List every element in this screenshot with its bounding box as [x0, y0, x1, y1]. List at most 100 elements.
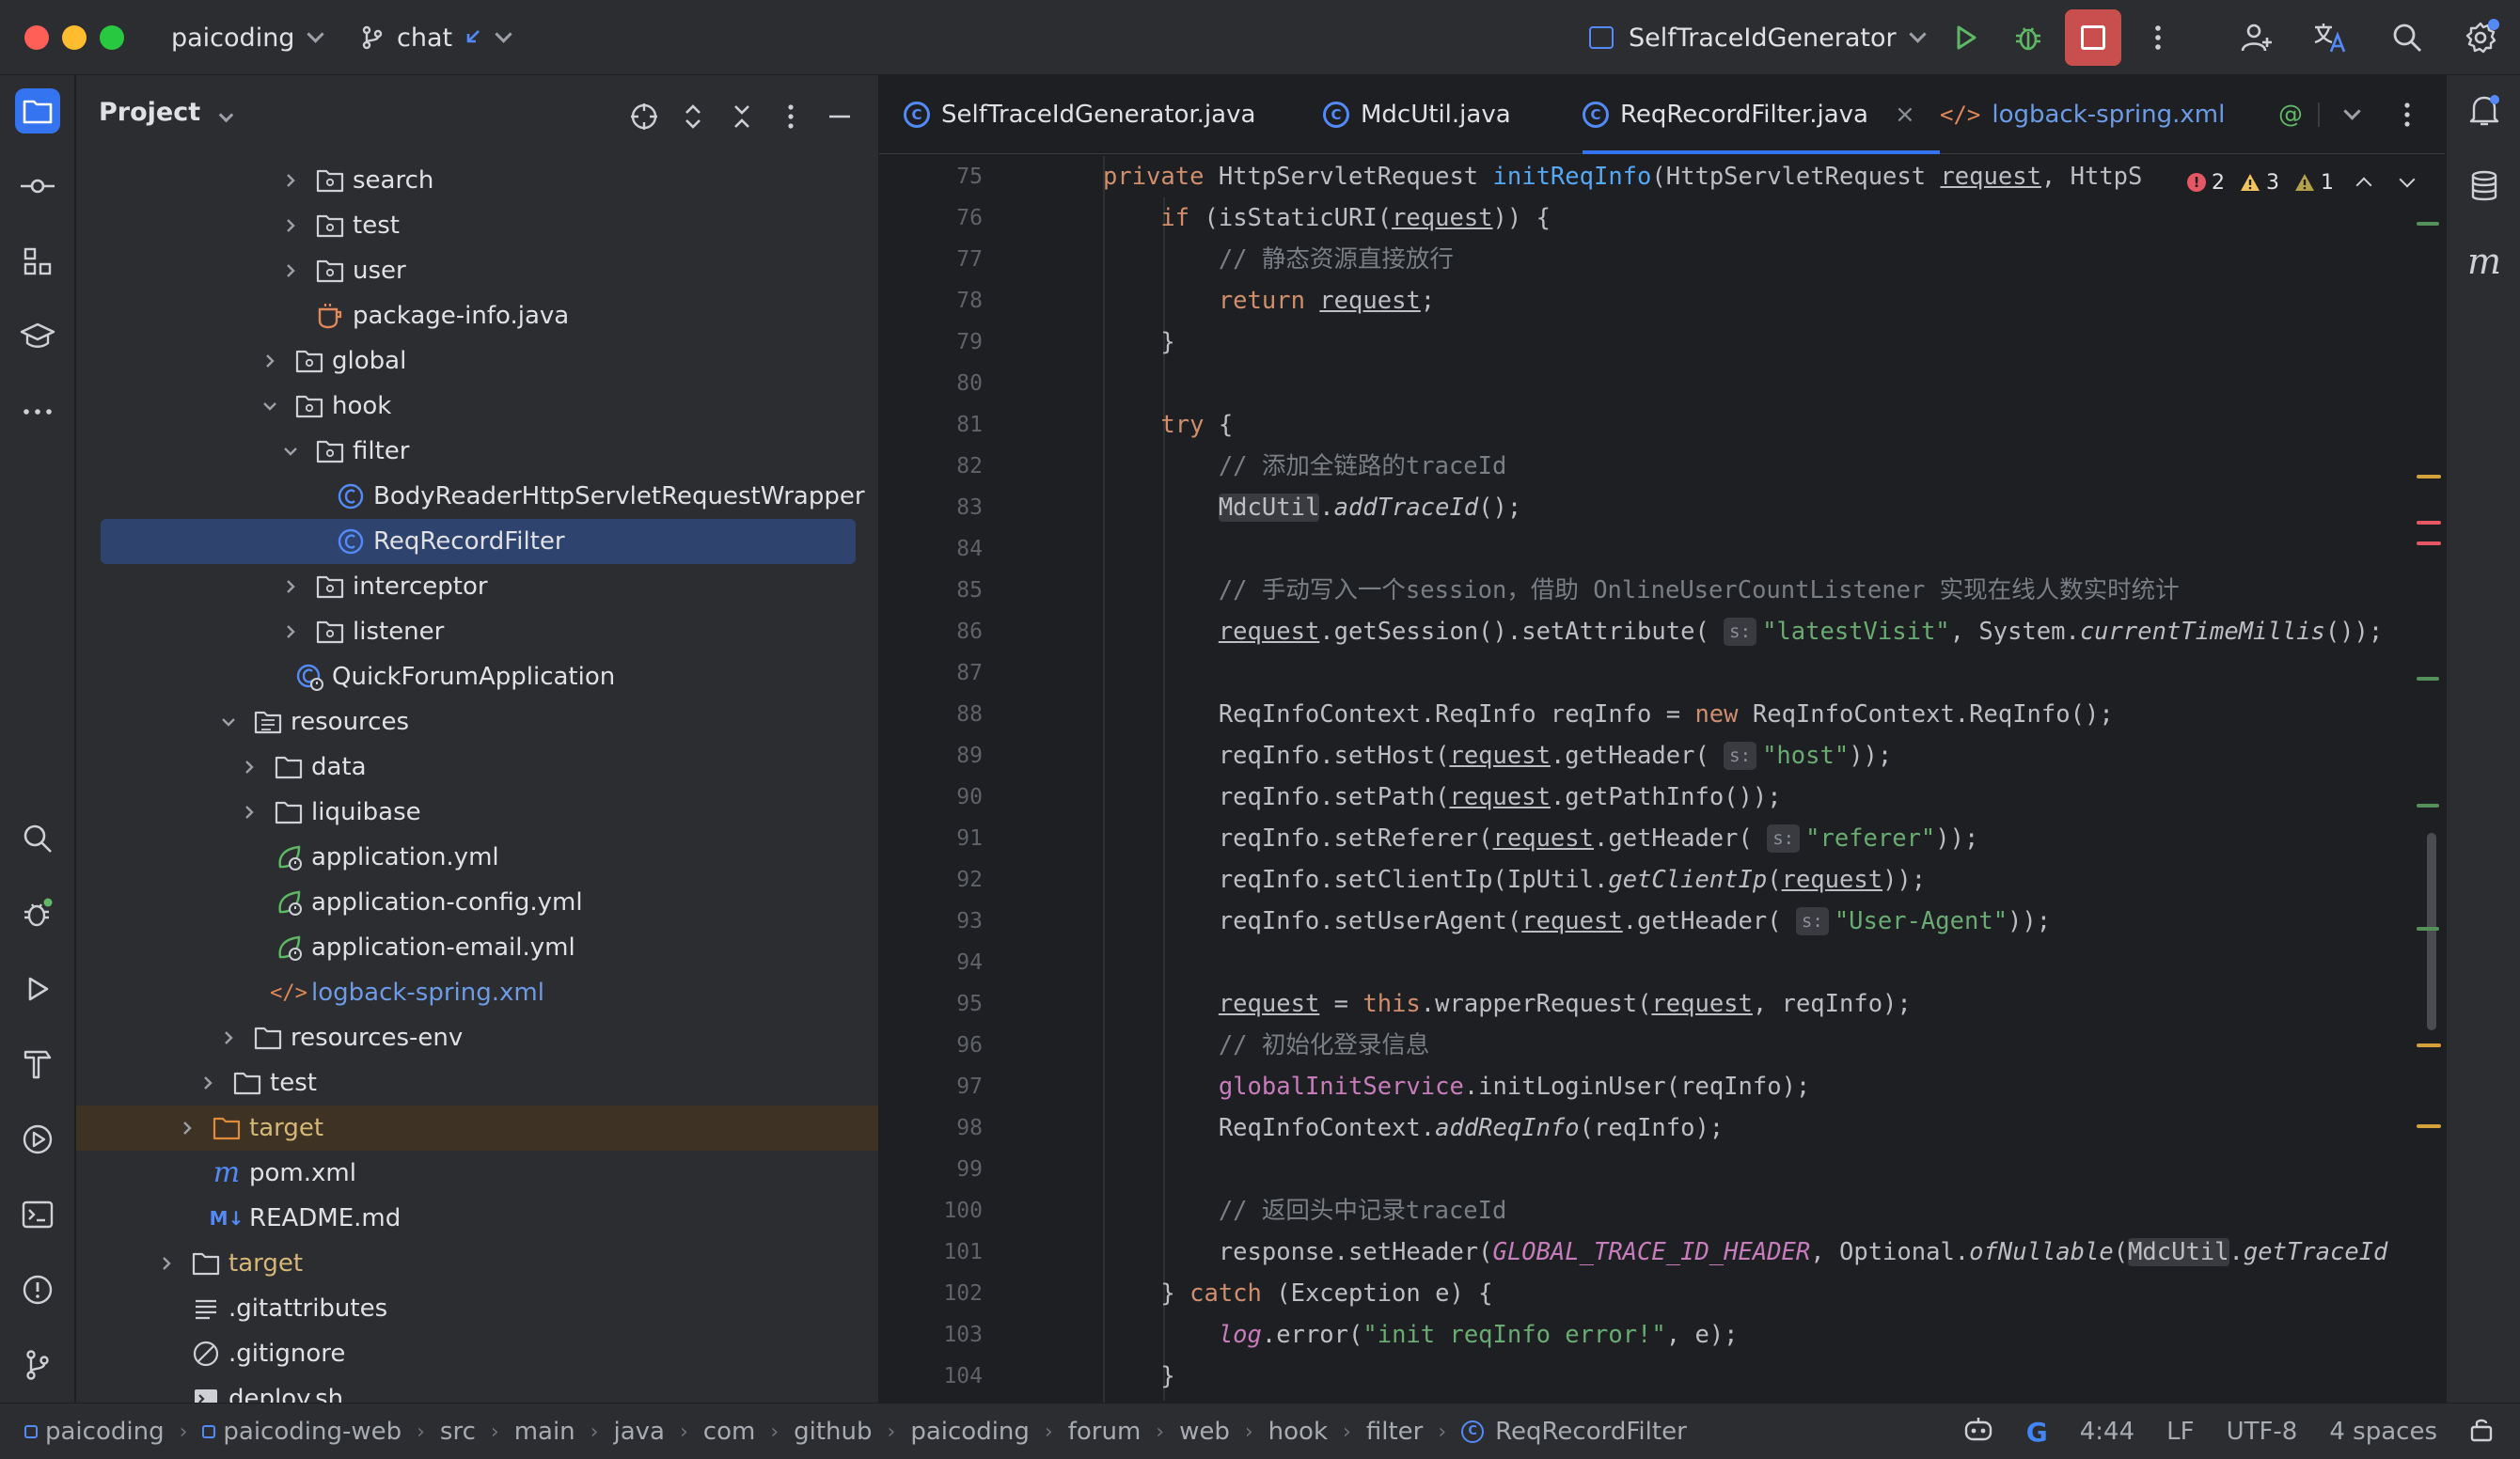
more-actions-button[interactable] [2137, 17, 2179, 58]
run-button[interactable] [1945, 17, 1986, 58]
tab-selftraceidgenerator[interactable]: C SelfTraceIdGenerator.java [904, 75, 1255, 154]
problems-tool-button[interactable] [15, 1267, 60, 1312]
tree-item[interactable]: test [76, 203, 878, 248]
debug-tool-button[interactable] [15, 891, 60, 936]
tree-item[interactable]: test [76, 1060, 878, 1106]
tree-item[interactable]: filter [76, 429, 878, 474]
breadcrumb-item[interactable]: forum [1068, 1418, 1142, 1446]
breadcrumb-item[interactable]: paicoding-web [202, 1418, 402, 1446]
indent-setting[interactable]: 4 spaces [2329, 1418, 2437, 1446]
tab-logback-spring[interactable]: </> logback-spring.xml [1940, 75, 2225, 154]
close-tab-icon[interactable]: × [1895, 101, 1915, 129]
code-with-me-button[interactable] [2236, 17, 2277, 58]
breadcrumb-item[interactable]: github [794, 1418, 872, 1446]
hide-panel-button[interactable] [821, 98, 858, 135]
chevron-right-icon[interactable] [155, 1252, 178, 1275]
tree-item-selected[interactable]: ReqRecordFilter [101, 519, 856, 564]
commit-tool-button[interactable] [15, 164, 60, 209]
minimize-window-button[interactable] [62, 25, 87, 50]
expand-all-button[interactable] [674, 98, 712, 135]
tree-item[interactable]: .gitattributes [76, 1286, 878, 1331]
settings-button[interactable] [2460, 17, 2501, 58]
tree-item[interactable]: target [76, 1106, 878, 1151]
ai-assistant-icon[interactable] [1962, 1415, 1994, 1450]
tree-item[interactable]: data [76, 745, 878, 790]
tree-item[interactable]: global [76, 338, 878, 384]
chevron-right-icon[interactable] [176, 1117, 198, 1139]
google-icon[interactable]: G [2026, 1417, 2048, 1448]
tree-item[interactable]: listener [76, 609, 878, 654]
chevron-right-icon[interactable] [279, 169, 302, 192]
chevron-right-icon[interactable] [279, 620, 302, 643]
select-opened-file-button[interactable] [625, 98, 663, 135]
tree-item[interactable]: liquibase [76, 790, 878, 835]
breadcrumb-item[interactable]: web [1179, 1418, 1230, 1446]
chevron-right-icon[interactable] [259, 350, 281, 372]
build-tool-button[interactable] [15, 1042, 60, 1087]
notifications-button[interactable] [2462, 88, 2507, 133]
breadcrumb-item[interactable]: src [440, 1418, 476, 1446]
tab-overflow-indicator[interactable]: @ [2278, 75, 2320, 154]
learn-tool-button[interactable] [15, 314, 60, 359]
lock-icon[interactable] [2469, 1416, 2494, 1449]
tree-item[interactable]: </> logback-spring.xml [76, 970, 878, 1015]
breadcrumb-item[interactable]: java [613, 1418, 664, 1446]
maven-button[interactable]: m [2462, 239, 2507, 284]
search-everywhere-button[interactable] [2386, 17, 2428, 58]
breadcrumb-item[interactable]: paicoding [24, 1418, 165, 1446]
editor-scrollbar[interactable] [2427, 833, 2436, 1030]
chevron-down-icon[interactable] [279, 440, 302, 463]
database-button[interactable] [2462, 164, 2507, 209]
tree-item[interactable]: target [76, 1241, 878, 1286]
structure-tool-button[interactable] [15, 239, 60, 284]
tree-item[interactable]: application-config.yml [76, 880, 878, 925]
next-highlight-icon[interactable] [2399, 171, 2416, 188]
tree-item[interactable]: QuickForumApplication [76, 654, 878, 699]
tree-item[interactable]: package-info.java [76, 293, 878, 338]
chevron-right-icon[interactable] [279, 259, 302, 282]
project-switcher[interactable]: paicoding [171, 19, 325, 56]
chevron-right-icon[interactable] [238, 801, 260, 824]
code-area[interactable]: private HttpServletRequest initReqInfo(H… [879, 156, 2445, 1403]
chevron-right-icon[interactable] [217, 1027, 240, 1049]
tree-item[interactable]: hook [76, 384, 878, 429]
tree-item[interactable]: application-email.yml [76, 925, 878, 970]
tree-item[interactable]: interceptor [76, 564, 878, 609]
previous-highlight-icon[interactable] [2355, 177, 2372, 194]
tab-reqrecordfilter[interactable]: C ReqRecordFilter.java × [1583, 75, 1940, 154]
tabs-dropdown-button[interactable] [2343, 75, 2361, 154]
warning-marker[interactable] [2417, 1043, 2441, 1047]
tree-item[interactable]: application.yml [76, 835, 878, 880]
git-tool-button[interactable] [15, 1342, 60, 1388]
run-tool-button[interactable] [15, 966, 60, 1012]
change-marker[interactable] [2417, 677, 2439, 681]
chevron-right-icon[interactable] [197, 1072, 219, 1094]
error-marker[interactable] [2417, 521, 2441, 525]
close-window-button[interactable] [24, 25, 49, 50]
tree-item[interactable]: search [76, 158, 878, 203]
more-tools-button[interactable] [15, 389, 60, 434]
warning-marker[interactable] [2417, 475, 2441, 478]
error-marker[interactable] [2417, 541, 2441, 545]
run-configuration-selector[interactable]: SelfTraceIdGenerator [1589, 19, 1927, 56]
change-marker[interactable] [2417, 927, 2439, 931]
inspection-widget[interactable]: ! 2 3 1 [2178, 165, 2416, 199]
chevron-down-icon[interactable] [217, 711, 240, 733]
breadcrumb-item[interactable]: com [703, 1418, 756, 1446]
file-encoding[interactable]: UTF-8 [2227, 1418, 2298, 1446]
tree-item[interactable]: m pom.xml [76, 1151, 878, 1196]
chevron-right-icon[interactable] [238, 756, 260, 778]
change-marker[interactable] [2417, 804, 2439, 808]
tree-item[interactable]: BodyReaderHttpServletRequestWrapper [76, 474, 878, 519]
tree-item[interactable]: deploy.sh [76, 1376, 878, 1403]
tree-item[interactable]: M↓ README.md [76, 1196, 878, 1241]
tree-item[interactable]: user [76, 248, 878, 293]
tree-item[interactable]: resources-env [76, 1015, 878, 1060]
breadcrumb-item[interactable]: C ReqRecordFilter [1461, 1418, 1687, 1446]
chevron-down-icon[interactable] [259, 395, 281, 417]
tree-item[interactable]: resources [76, 699, 878, 745]
tree-item[interactable]: .gitignore [76, 1331, 878, 1376]
tabs-more-button[interactable] [2402, 75, 2412, 154]
line-ending[interactable]: LF [2166, 1418, 2194, 1446]
breadcrumb-item[interactable]: filter [1366, 1418, 1423, 1446]
